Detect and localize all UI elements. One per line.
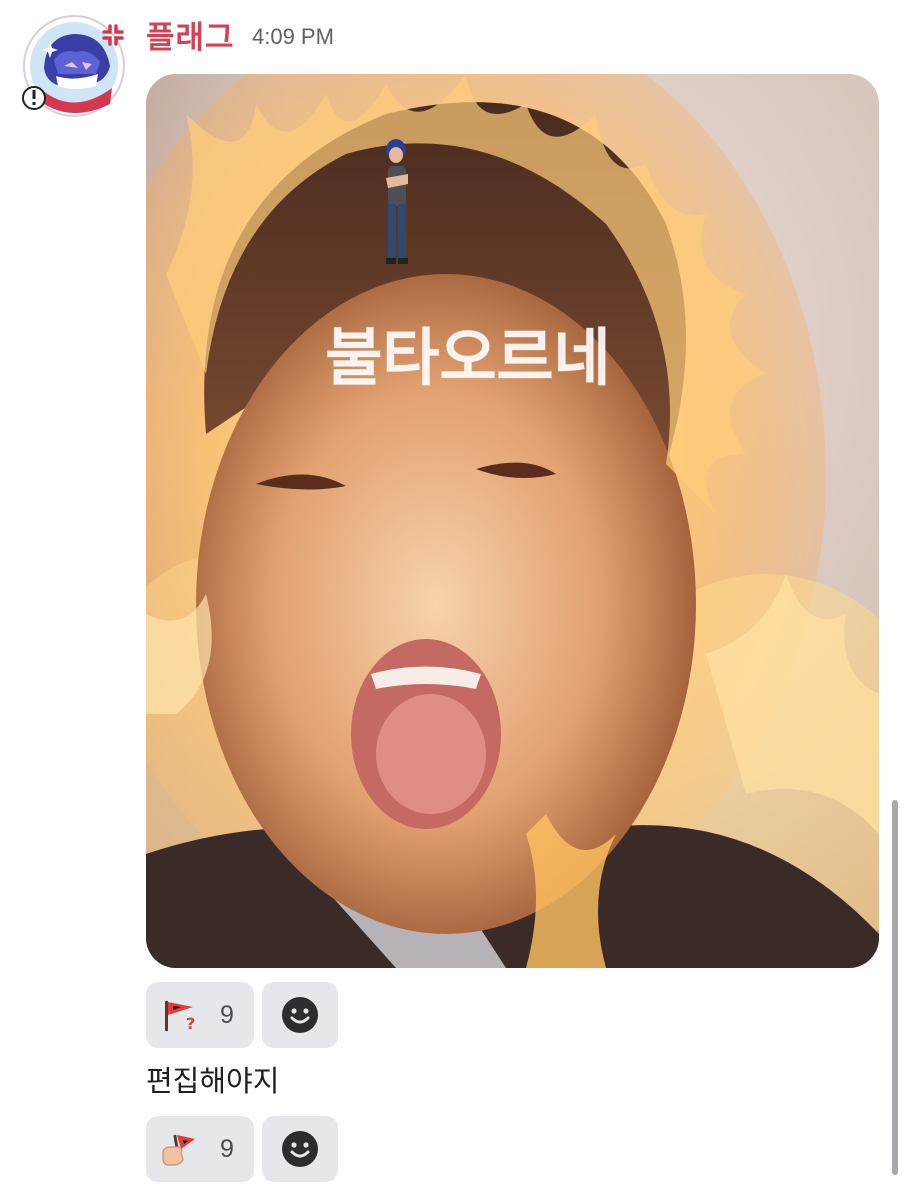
avatar-image [22, 15, 125, 117]
scrollbar[interactable] [892, 800, 898, 1175]
reaction-hand-flag[interactable]: 9 [146, 1116, 254, 1182]
hand-holding-flag-icon [158, 1128, 200, 1170]
add-reaction-button[interactable] [262, 1116, 338, 1182]
reaction-flag-question[interactable]: ? 9 [146, 982, 254, 1048]
reaction-bar: 9 [146, 1116, 338, 1182]
svg-text:?: ? [186, 1014, 195, 1033]
image-overlay-text: 불타오르네 [325, 321, 610, 394]
smiley-icon [282, 1131, 318, 1167]
image-attachment[interactable]: 불타오르네 [146, 74, 879, 968]
avatar[interactable] [20, 12, 128, 120]
attachment-image: 불타오르네 [146, 74, 879, 968]
message-timestamp: 4:09 PM [252, 24, 334, 49]
message-author[interactable]: 플래그 [146, 12, 235, 57]
reaction-count: 9 [220, 1000, 234, 1029]
red-flag-question-icon: ? [158, 994, 200, 1036]
reaction-bar: ? 9 [146, 982, 338, 1048]
smiley-icon [282, 997, 318, 1033]
message-text: 편집해야지 [146, 1064, 280, 1098]
add-reaction-button[interactable] [262, 982, 338, 1048]
reaction-count: 9 [220, 1134, 234, 1163]
